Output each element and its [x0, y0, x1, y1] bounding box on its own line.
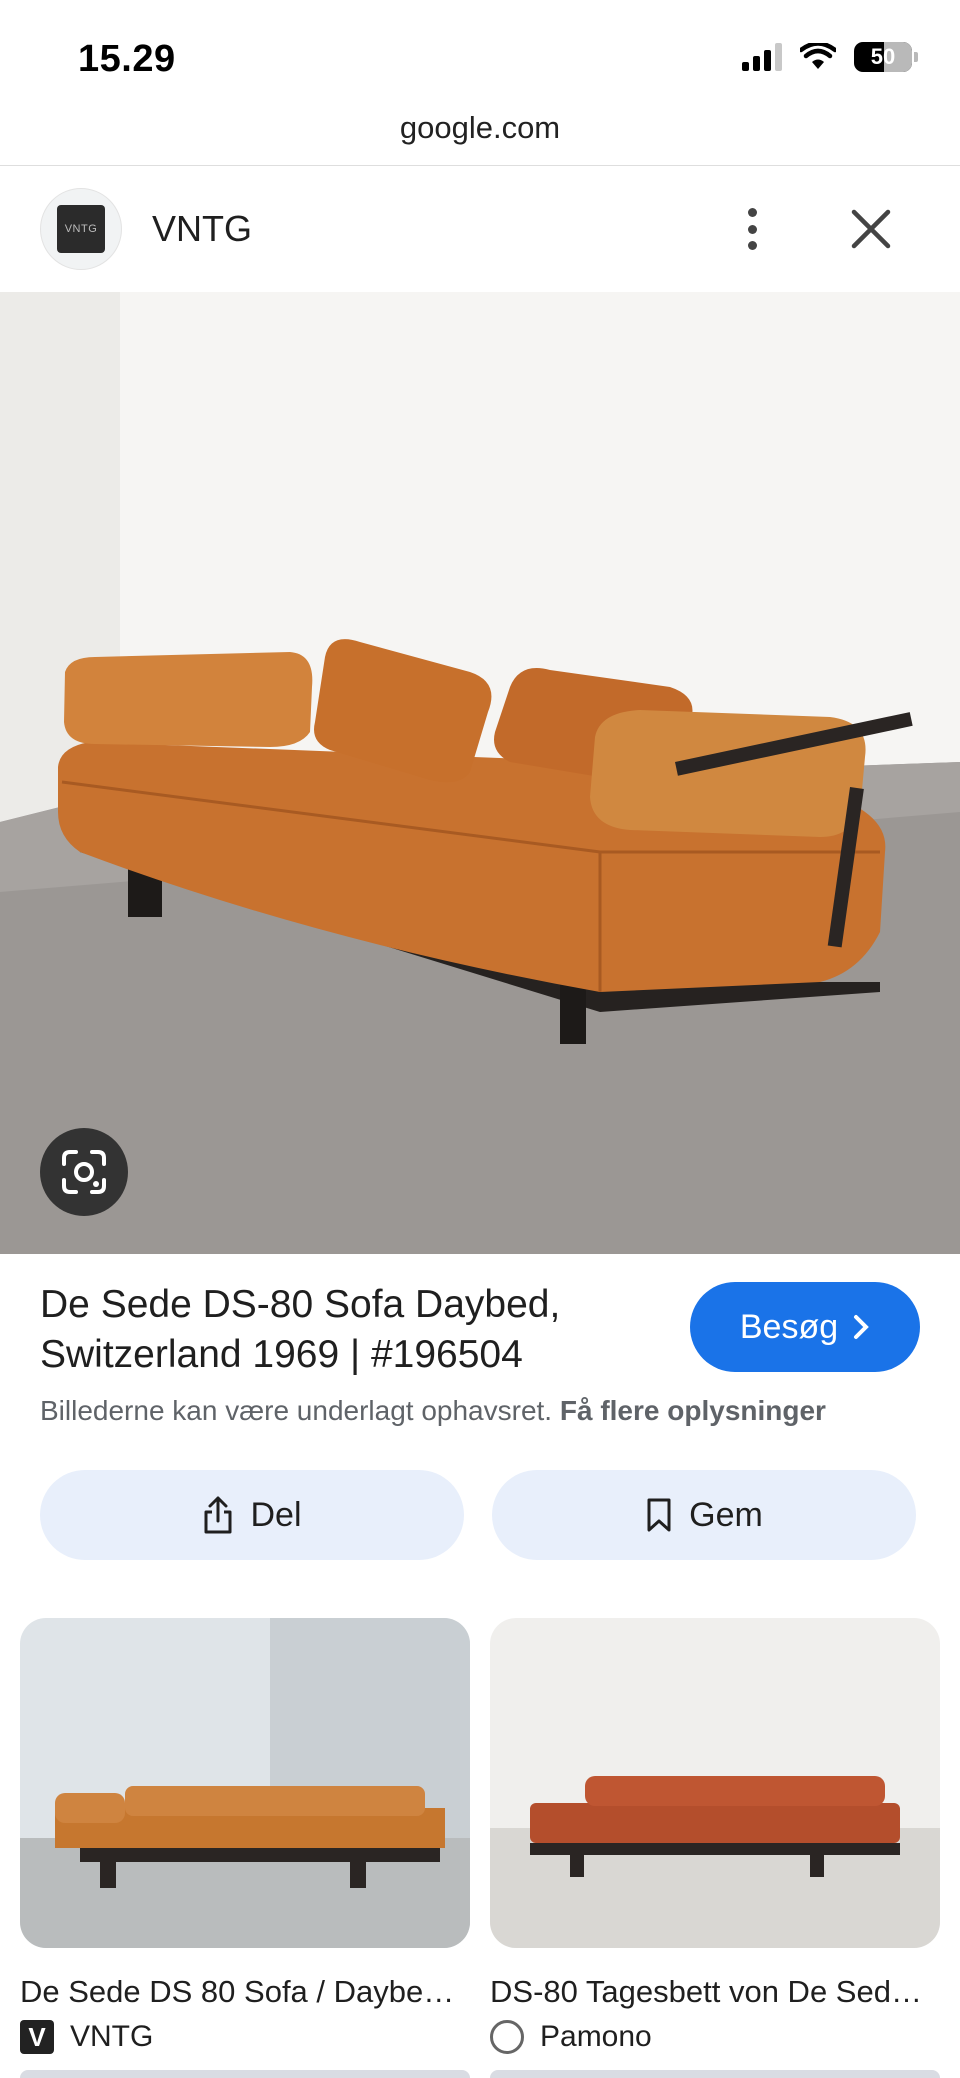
related-source: V VNTG: [20, 2020, 470, 2054]
related-source-name: Pamono: [540, 2020, 652, 2053]
related-title[interactable]: DS-80 Tagesbett von De Sed…: [490, 1974, 940, 2010]
sofa-photo: [0, 292, 960, 1254]
battery-icon: 50: [854, 42, 918, 72]
visit-label: Besøg: [739, 1307, 839, 1346]
vntg-favicon-icon: V: [20, 2020, 54, 2054]
lens-icon: [62, 1150, 106, 1194]
visit-button[interactable]: Besøg: [690, 1282, 920, 1372]
share-label: Del: [250, 1495, 302, 1534]
share-icon: [204, 1496, 232, 1534]
save-button[interactable]: Gem: [492, 1470, 916, 1560]
status-bar: 15.29 50: [0, 0, 960, 110]
related-source: Pamono: [490, 2020, 940, 2054]
status-icons: 50: [742, 42, 918, 72]
google-lens-button[interactable]: [40, 1128, 128, 1216]
site-logo[interactable]: VNTG: [40, 188, 122, 270]
cellular-signal-icon: [742, 43, 782, 71]
copyright-text: Billederne kan være underlagt ophavsret.: [40, 1395, 553, 1426]
wifi-icon: [800, 43, 836, 69]
site-name[interactable]: VNTG: [152, 208, 252, 250]
result-header: VNTG VNTG: [0, 166, 960, 292]
bookmark-icon: [647, 1498, 671, 1532]
more-results-peek: [20, 2070, 940, 2078]
pamono-favicon-icon: [490, 2020, 524, 2054]
related-thumbnail[interactable]: [20, 1618, 470, 1948]
url-bar[interactable]: google.com: [0, 110, 960, 166]
chevron-right-icon: [854, 1315, 869, 1339]
related-thumbnail[interactable]: [490, 1618, 940, 1948]
save-label: Gem: [689, 1495, 763, 1534]
close-icon[interactable]: [848, 206, 894, 252]
share-button[interactable]: Del: [40, 1470, 464, 1560]
related-result-card[interactable]: DS-80 Tagesbett von De Sed… Pamono: [490, 1618, 940, 2054]
main-image[interactable]: [0, 292, 960, 1254]
related-source-name: VNTG: [70, 2020, 154, 2053]
battery-level: 50: [870, 44, 896, 69]
more-options-icon[interactable]: [736, 202, 768, 256]
status-time: 15.29: [78, 38, 176, 80]
related-result-card[interactable]: De Sede DS 80 Sofa / Daybed… V VNTG: [20, 1618, 470, 2054]
related-title[interactable]: De Sede DS 80 Sofa / Daybed…: [20, 1974, 470, 2010]
result-title: De Sede DS-80 Sofa Daybed, Switzerland 1…: [40, 1283, 561, 1376]
site-logo-text: VNTG: [57, 205, 105, 253]
copyright-notice: Billederne kan være underlagt ophavsret.…: [40, 1395, 826, 1427]
more-info-link[interactable]: Få flere oplysninger: [560, 1395, 826, 1426]
